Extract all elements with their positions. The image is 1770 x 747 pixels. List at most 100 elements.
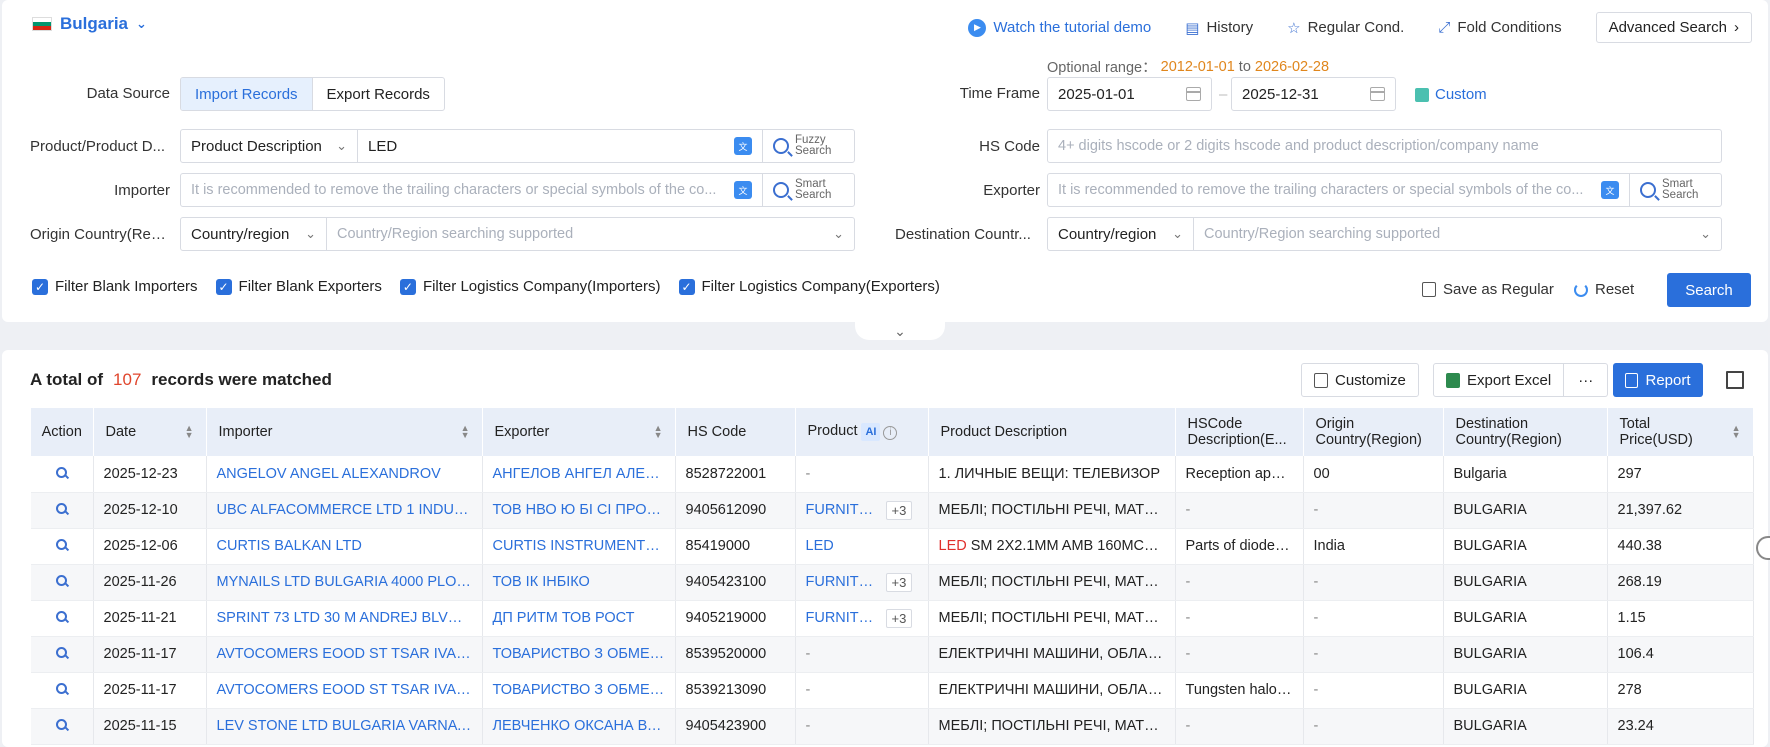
export-records-tab[interactable]: Export Records	[313, 78, 444, 110]
more-products-tag[interactable]: +3	[885, 608, 913, 628]
cell-action[interactable]	[31, 492, 94, 529]
fold-conditions-button[interactable]: ⤢ Fold Conditions	[1438, 19, 1561, 36]
destination-type-select[interactable]: Country/region ⌄	[1047, 217, 1194, 251]
col-total-price[interactable]: Total Price(USD) ▲ ▼	[1607, 408, 1754, 456]
importer-input[interactable]: It is recommended to remove the trailing…	[180, 173, 855, 207]
destination-label: Destination Countr...	[895, 226, 1031, 243]
search-button[interactable]: Search	[1667, 273, 1751, 307]
filter-blank-exporters[interactable]: ✓ Filter Blank Exporters	[215, 278, 382, 295]
origin-country-select[interactable]: Country/Region searching supported ⌄	[326, 217, 855, 251]
row-search-icon[interactable]	[56, 647, 68, 658]
cell-importer[interactable]: UBC ALFACOMMERCE LTD 1 INDUSTRIALNA	[206, 492, 483, 529]
cell-importer[interactable]: AVTOCOMERS EOOD ST TSAR IVAN SHISHMAN	[206, 636, 483, 673]
row-search-icon[interactable]	[56, 539, 68, 550]
tutorial-link[interactable]: ▶ Watch the tutorial demo	[968, 18, 1151, 37]
product-type-select[interactable]: Product Description ⌄	[180, 129, 358, 163]
cell-exporter[interactable]: CURTIS INSTRUMENTS INC	[482, 528, 676, 565]
cell-importer[interactable]: SPRINT 73 LTD 30 M ANDREJ BLVD 7 SOFIA	[206, 600, 483, 637]
row-search-icon[interactable]	[56, 611, 68, 622]
filter-logistics-exporters[interactable]: ✓ Filter Logistics Company(Exporters)	[678, 278, 940, 295]
cell-product[interactable]: FURNITURE +3	[795, 600, 929, 637]
customize-button[interactable]: Customize	[1301, 363, 1419, 397]
import-records-tab[interactable]: Import Records	[181, 78, 313, 110]
origin-type-select[interactable]: Country/region ⌄	[180, 217, 327, 251]
smart-search-button[interactable]: Smart Search	[762, 174, 854, 206]
cell-exporter[interactable]: АНГЕЛОВ АНГЕЛ АЛЕКСАНДРОВ	[482, 456, 676, 493]
country-selector[interactable]: Bulgaria ⌄	[32, 14, 147, 34]
col-exporter[interactable]: Exporter ▲ ▼	[482, 408, 676, 456]
cell-product[interactable]: FURNITURE +3	[795, 492, 929, 529]
cell-exporter[interactable]: ТОВАРИСТВО З ОБМЕЖЕНОЮ	[482, 672, 676, 709]
cell-exporter[interactable]: ТОВ ІК ІНБІКО	[482, 564, 676, 601]
sort-icon[interactable]: ▲ ▼	[461, 424, 470, 440]
date-from-input[interactable]: 2025-01-01	[1047, 77, 1212, 111]
report-button[interactable]: Report	[1613, 363, 1703, 397]
product-tag[interactable]: FURNITURE	[806, 610, 878, 626]
row-search-icon[interactable]	[56, 575, 68, 586]
fuzzy-search-button[interactable]: Fuzzy Search	[762, 130, 854, 162]
export-excel-button[interactable]: Export Excel	[1433, 363, 1565, 397]
cell-action[interactable]	[31, 600, 94, 637]
save-as-regular-button[interactable]: Save as Regular	[1422, 281, 1554, 298]
cell-importer[interactable]: LEV STONE LTD BULGARIA VARNA CITY	[206, 708, 483, 745]
collapse-toggle[interactable]: ⌄	[855, 322, 945, 340]
cell-exporter[interactable]: ТОВАРИСТВО З ОБМЕЖЕНОЮ	[482, 636, 676, 673]
more-products-tag[interactable]: +3	[885, 572, 913, 592]
sort-icon[interactable]: ▲ ▼	[1732, 424, 1741, 440]
cell-importer[interactable]: ANGELOV ANGEL ALEXANDROV	[206, 456, 483, 493]
cell-total-price: 278	[1607, 672, 1754, 709]
col-importer[interactable]: Importer ▲ ▼	[206, 408, 483, 456]
cell-exporter[interactable]: ТОВ НВО Ю БІ СІ ПРОМО	[482, 492, 676, 529]
cell-action[interactable]	[31, 564, 94, 601]
row-search-icon[interactable]	[56, 719, 68, 730]
col-origin: Origin Country(Region)	[1303, 408, 1444, 456]
product-tag[interactable]: FURNITURE	[806, 502, 878, 518]
reset-button[interactable]: Reset	[1574, 281, 1634, 298]
info-icon[interactable]: i	[883, 426, 898, 440]
hs-code-input[interactable]: 4+ digits hscode or 2 digits hscode and …	[1047, 129, 1722, 163]
table-row: 2025-12-10 UBC ALFACOMMERCE LTD 1 INDUSTR…	[31, 492, 1754, 529]
cell-action[interactable]	[31, 708, 94, 745]
cell-importer[interactable]: CURTIS BALKAN LTD	[206, 528, 483, 565]
col-product: Product AI i	[795, 408, 929, 456]
cell-product[interactable]: FURNITURE +3	[795, 564, 929, 601]
product-tag[interactable]: FURNITURE	[806, 574, 878, 590]
filter-logistics-importers[interactable]: ✓ Filter Logistics Company(Importers)	[399, 278, 661, 295]
exporter-input[interactable]: It is recommended to remove the trailing…	[1047, 173, 1722, 207]
history-button[interactable]: ▤ History	[1185, 19, 1253, 37]
sort-icon[interactable]: ▲ ▼	[654, 424, 663, 440]
cell-action[interactable]	[31, 456, 94, 493]
cell-product[interactable]: LED	[795, 528, 929, 565]
smart-search-button-exporter[interactable]: Smart Search	[1629, 174, 1721, 206]
translate-icon[interactable]: 文	[734, 181, 752, 199]
destination-country-select[interactable]: Country/Region searching supported ⌄	[1193, 217, 1722, 251]
cell-action[interactable]	[31, 528, 94, 565]
cell-hs-code: 9405423100	[675, 564, 796, 601]
translate-icon[interactable]: 文	[1601, 181, 1619, 199]
row-search-icon[interactable]	[56, 466, 68, 478]
col-date[interactable]: Date ▲ ▼	[93, 408, 207, 456]
cell-importer[interactable]: AVTOCOMERS EOOD ST TSAR IVAN SHISHMAN	[206, 672, 483, 709]
advanced-search-button[interactable]: Advanced Search ›	[1595, 12, 1752, 43]
row-search-icon[interactable]	[56, 683, 68, 694]
cell-exporter[interactable]: ЛЕВЧЕНКО ОКСАНА ВАЛЕРІЇВНА	[482, 708, 676, 745]
col-destination-line1: Destination	[1455, 416, 1529, 432]
importer-placeholder: It is recommended to remove the trailing…	[191, 182, 717, 198]
cell-exporter[interactable]: ДП РИТМ ТОВ РОСТ	[482, 600, 676, 637]
cell-hs-code: 8539520000	[675, 636, 796, 673]
row-search-icon[interactable]	[56, 503, 68, 514]
translate-icon[interactable]: 文	[734, 137, 752, 155]
regular-cond-button[interactable]: ☆ Regular Cond.	[1287, 19, 1404, 37]
cell-total-price: 106.4	[1607, 636, 1754, 673]
cell-action[interactable]	[31, 636, 94, 673]
cell-action[interactable]	[31, 672, 94, 709]
custom-range-button[interactable]: Custom	[1415, 86, 1487, 103]
product-search-input[interactable]: LED 文 Fuzzy Search	[357, 129, 855, 163]
expand-icon[interactable]	[1726, 371, 1744, 389]
more-button[interactable]: ···	[1564, 363, 1609, 397]
more-products-tag[interactable]: +3	[885, 500, 913, 520]
sort-icon[interactable]: ▲ ▼	[185, 424, 194, 440]
date-to-input[interactable]: 2025-12-31	[1231, 77, 1396, 111]
cell-importer[interactable]: MYNAILS LTD BULGARIA 4000 PLOVDIV	[206, 564, 483, 601]
filter-blank-importers[interactable]: ✓ Filter Blank Importers	[32, 278, 198, 295]
